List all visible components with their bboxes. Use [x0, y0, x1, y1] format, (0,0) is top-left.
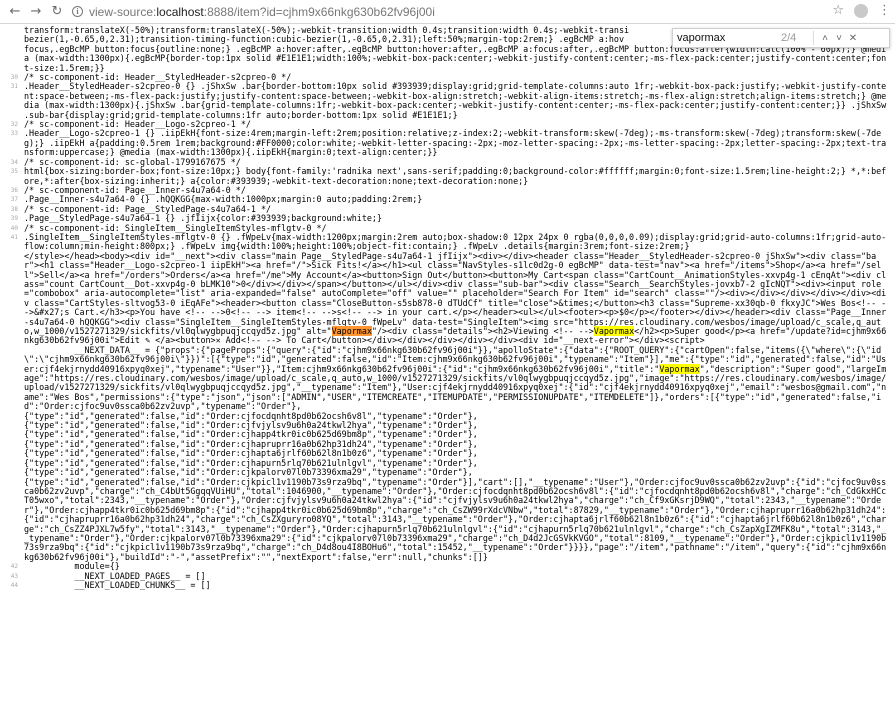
- line-number: 34: [10, 158, 18, 166]
- address-bar[interactable]: i view-source: localhost:8888/item?id=cjh…: [72, 3, 852, 21]
- line-number: [0, 252, 24, 346]
- find-prev-button[interactable]: ˄: [818, 33, 832, 44]
- line-number: [0, 478, 24, 563]
- line-number: [0, 449, 24, 458]
- find-close-button[interactable]: ✕: [846, 33, 860, 44]
- info-icon[interactable]: i: [72, 6, 83, 17]
- source-view[interactable]: transform:translateX(-50%);transform:tra…: [0, 26, 895, 727]
- line-number: 43: [10, 572, 18, 580]
- line-number: [0, 412, 24, 421]
- code-text: .Header__StyledHeader-s2cpreo-0 {} .jShx…: [24, 81, 892, 120]
- line-number: 39: [10, 215, 18, 223]
- line-number: 31: [10, 83, 18, 91]
- profile-avatar[interactable]: [854, 3, 868, 18]
- find-bar: 2/4 ˄ ˅ ✕: [672, 28, 890, 48]
- toolbar-right: ☆ ⋮: [832, 3, 891, 18]
- code-text: __NEXT_LOADED_CHUNKS__ = []: [24, 579, 211, 590]
- line-number: [0, 35, 24, 44]
- source-line: 33 .Header__Logo-s2cpreo-1 {} .iipEkH{fon…: [0, 129, 895, 157]
- line-number: 44: [10, 581, 18, 589]
- code-text: {"type":"id","generated":false,"id":"Ord…: [24, 476, 887, 562]
- bookmark-star-icon[interactable]: ☆: [832, 3, 844, 18]
- back-button[interactable]: ←: [6, 3, 24, 21]
- reload-icon: ↻: [51, 4, 63, 19]
- line-number: 37: [10, 196, 18, 204]
- line-number: 40: [10, 224, 18, 232]
- source-line: {"type":"id","generated":false,"id":"Ord…: [0, 476, 895, 563]
- browser-toolbar: ← → ↻ i view-source: localhost:8888/item?…: [0, 0, 895, 24]
- code-text: .SingleItem__SingleItemStyles-mflgtv-0 {…: [24, 231, 887, 252]
- line-number: 33: [10, 130, 18, 138]
- line-code: {"type":"id","generated":false,"id":"Ord…: [24, 476, 895, 563]
- find-match-count: 2/4: [781, 32, 797, 44]
- line-number: 32: [10, 121, 18, 129]
- code-text: </style></head><body><div id="__next"><d…: [24, 250, 887, 336]
- line-code: focus,.egBcMP button:focus{outline:none;…: [24, 43, 895, 73]
- find-next-button[interactable]: ˅: [832, 33, 846, 44]
- source-line: 35 html{box-sizing:border-box;font-size:1…: [0, 166, 895, 186]
- line-code: __NEXT_LOADED_CHUNKS__ = []: [24, 579, 895, 590]
- source-line: 31 .Header__StyledHeader-s2cpreo-0 {} .jS…: [0, 82, 895, 120]
- line-code: html{box-sizing:border-box;font-size:10p…: [24, 166, 895, 186]
- back-arrow-icon: ←: [9, 4, 21, 19]
- forward-arrow-icon: →: [30, 4, 42, 19]
- url-path: :8888/item?id=cjhm9x66nkg630b62fv96j00i: [203, 4, 435, 19]
- code-text: html{box-sizing:border-box;font-size:10p…: [24, 166, 887, 186]
- line-number: [0, 440, 24, 449]
- source-line: 41 .SingleItem__SingleItemStyles-mflgtv-0…: [0, 231, 895, 252]
- source-line: </style></head><body><div id="__next"><d…: [0, 250, 895, 346]
- forward-button[interactable]: →: [27, 3, 45, 21]
- line-number: [0, 430, 24, 439]
- line-code: </style></head><body><div id="__next"><d…: [24, 250, 895, 346]
- line-number: 36: [10, 186, 18, 194]
- reload-button[interactable]: ↻: [48, 3, 66, 21]
- line-number: [0, 421, 24, 430]
- line-code: .SingleItem__SingleItemStyles-mflgtv-0 {…: [24, 231, 895, 252]
- close-icon: ✕: [848, 32, 858, 44]
- chevron-up-icon: ˄: [822, 32, 828, 44]
- line-number: 30: [10, 74, 18, 82]
- source-line: __NEXT_DATA__ = {"props":{"pageProps":{"…: [0, 345, 895, 412]
- line-code: .Header__Logo-s2cpreo-1 {} .iipEkH{font-…: [24, 129, 895, 157]
- line-number: [0, 26, 24, 35]
- line-number: [0, 468, 24, 477]
- source-line: 44 __NEXT_LOADED_CHUNKS__ = []: [0, 579, 895, 590]
- find-input[interactable]: [677, 31, 777, 45]
- line-number: 35: [10, 168, 18, 176]
- menu-kebab-icon[interactable]: ⋮: [878, 3, 891, 18]
- line-code: .Header__StyledHeader-s2cpreo-0 {} .jShx…: [24, 82, 895, 120]
- line-number: [0, 45, 24, 73]
- code-text: focus,.egBcMP button:focus{outline:none;…: [24, 43, 887, 73]
- url-scheme: view-source:: [89, 4, 157, 19]
- line-number: 41: [10, 233, 18, 241]
- chevron-down-icon: ˅: [836, 32, 842, 44]
- find-divider: [813, 31, 814, 45]
- line-number: [0, 346, 24, 412]
- line-number: 38: [10, 205, 18, 213]
- code-text: .Header__Logo-s2cpreo-1 {} .iipEkH{font-…: [24, 128, 887, 158]
- source-line: focus,.egBcMP button:focus{outline:none;…: [0, 43, 895, 73]
- line-number: 42: [10, 563, 18, 571]
- url-host: localhost: [156, 4, 204, 19]
- line-code: __NEXT_DATA__ = {"props":{"pageProps":{"…: [24, 345, 895, 412]
- line-number: [0, 459, 24, 468]
